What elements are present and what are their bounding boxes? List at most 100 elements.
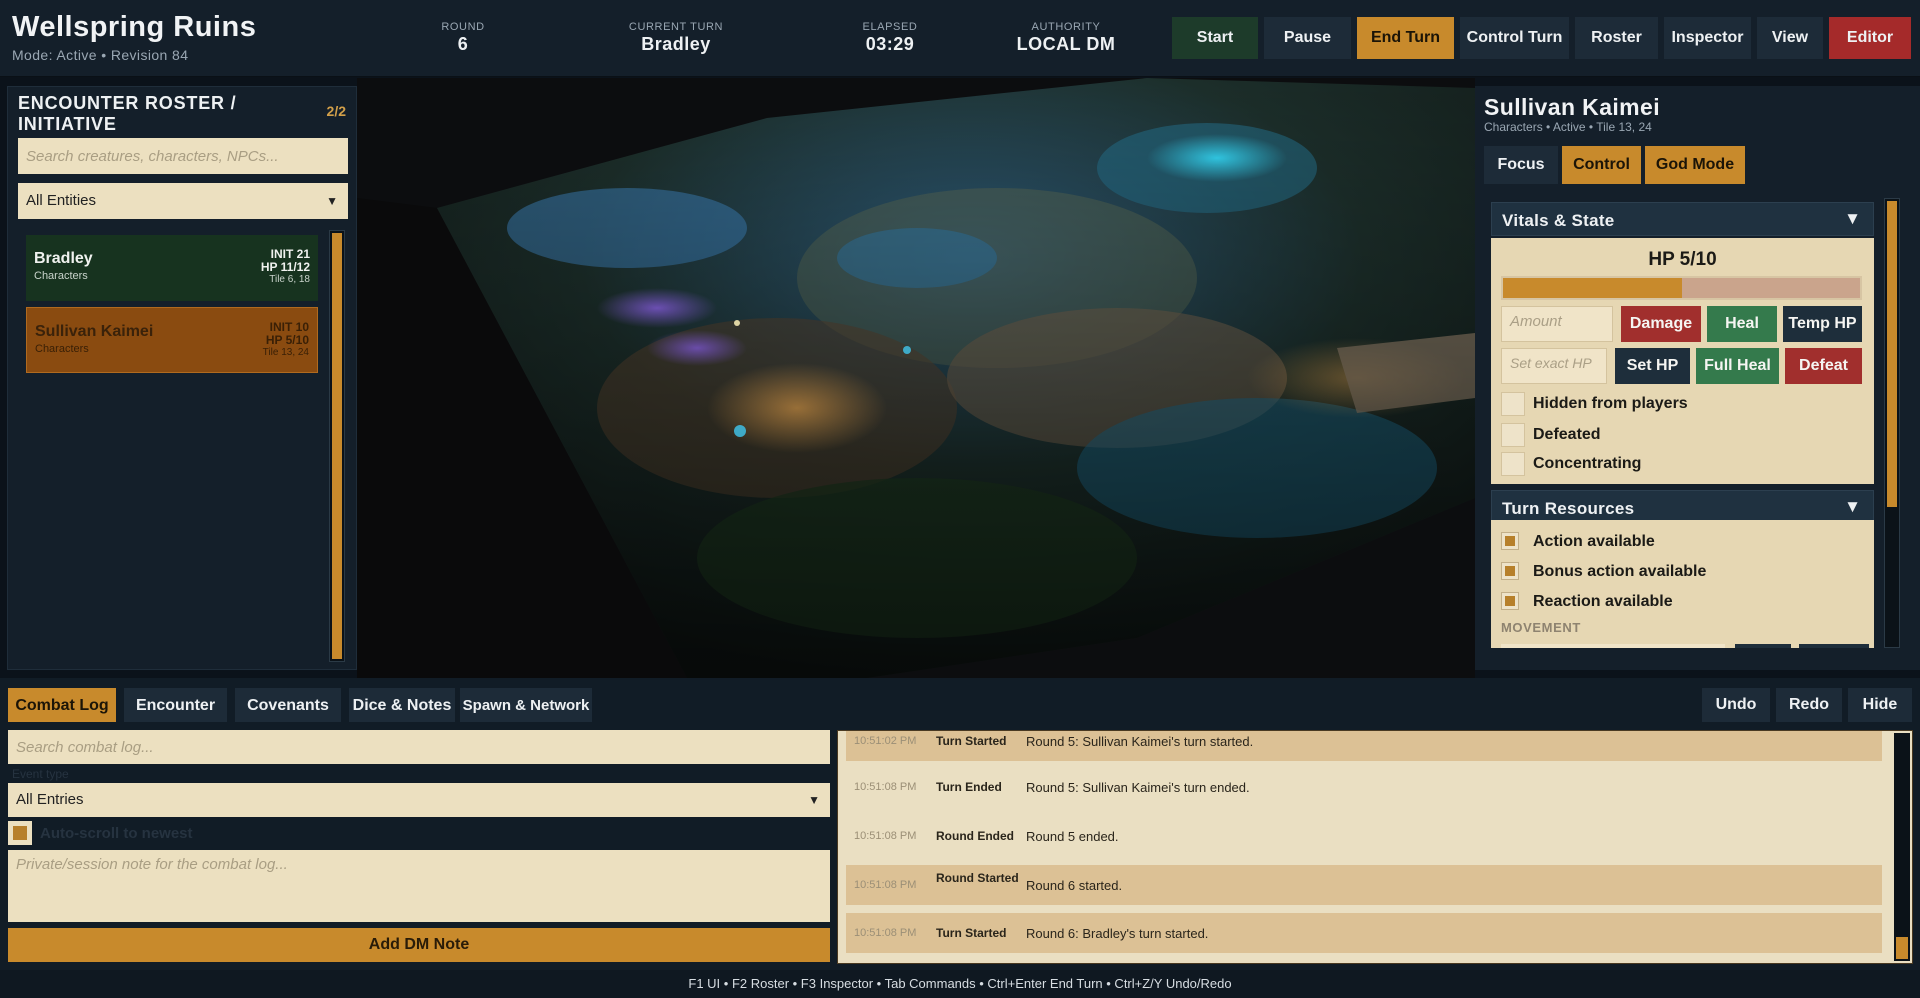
hidden-label: Hidden from players bbox=[1533, 395, 1688, 412]
roster-entry-sullivan-kaimei[interactable]: Sullivan Kaimei Characters INIT 10 HP 5/… bbox=[26, 307, 318, 373]
entry-filter-select[interactable]: All Entries ▼ bbox=[8, 783, 830, 817]
log-event: Turn Started bbox=[936, 926, 1007, 940]
end-turn-button[interactable]: End Turn bbox=[1357, 17, 1454, 59]
vitals-section-header[interactable]: Vitals & State ▼ bbox=[1491, 202, 1874, 236]
turn-resources-title: Turn Resources bbox=[1502, 499, 1635, 518]
hide-button[interactable]: Hide bbox=[1848, 688, 1912, 722]
vitals-title: Vitals & State bbox=[1502, 211, 1615, 230]
control-turn-button[interactable]: Control Turn bbox=[1460, 17, 1569, 59]
start-button[interactable]: Start bbox=[1172, 17, 1258, 59]
authority-label: AUTHORITY bbox=[1031, 21, 1101, 33]
full-heal-button[interactable]: Full Heal bbox=[1696, 348, 1779, 384]
chevron-down-icon: ▼ bbox=[808, 793, 820, 807]
dm-note-textarea[interactable]: Private/session note for the combat log.… bbox=[8, 850, 830, 922]
tab-spawn-network[interactable]: Spawn & Network bbox=[460, 688, 592, 722]
roster-scroll-thumb[interactable] bbox=[332, 233, 342, 659]
current-turn-label: CURRENT TURN bbox=[628, 21, 724, 33]
authority-value: LOCAL DM bbox=[1016, 34, 1116, 54]
add-dm-note-button[interactable]: Add DM Note bbox=[8, 928, 830, 962]
focus-button[interactable]: Focus bbox=[1484, 146, 1558, 184]
movement-button[interactable] bbox=[1735, 644, 1791, 648]
vitals-section: HP 5/10 Amount Damage Heal Temp HP Set e… bbox=[1491, 238, 1874, 484]
bonus-action-checkbox[interactable] bbox=[1501, 562, 1519, 580]
concentrating-label: Concentrating bbox=[1533, 455, 1642, 472]
encounter-roster-panel: ENCOUNTER ROSTER / INITIATIVE 2/2 All En… bbox=[7, 86, 357, 670]
tab-encounter[interactable]: Encounter bbox=[124, 688, 227, 722]
god-mode-button[interactable]: God Mode bbox=[1645, 146, 1745, 184]
hp-bar bbox=[1501, 276, 1862, 300]
temp-hp-button[interactable]: Temp HP bbox=[1783, 306, 1862, 342]
log-entry: 10:51:08 PM Round Ended Round 5 ended. bbox=[846, 816, 1882, 856]
entity-hp: HP 11/12 bbox=[260, 260, 310, 274]
defeat-button[interactable]: Defeat bbox=[1785, 348, 1862, 384]
roster-button[interactable]: Roster bbox=[1575, 17, 1658, 59]
editor-button[interactable]: Editor bbox=[1829, 17, 1911, 59]
entity-hp: HP 5/10 bbox=[265, 333, 309, 347]
bonus-action-label: Bonus action available bbox=[1533, 563, 1707, 580]
damage-button[interactable]: Damage bbox=[1621, 306, 1701, 342]
movement-input[interactable] bbox=[1501, 644, 1725, 648]
log-time: 10:51:08 PM bbox=[854, 830, 917, 842]
set-hp-input[interactable]: Set exact HP bbox=[1501, 348, 1607, 384]
pause-button[interactable]: Pause bbox=[1264, 17, 1351, 59]
entity-tile: Tile 13, 24 bbox=[262, 347, 309, 358]
log-entry: 10:51:08 PM Round Started Round 6 starte… bbox=[846, 865, 1882, 905]
set-hp-button[interactable]: Set HP bbox=[1615, 348, 1690, 384]
combat-log-scroll-thumb[interactable] bbox=[1896, 937, 1908, 959]
scene-subtitle: Mode: Active • Revision 84 bbox=[12, 47, 189, 63]
roster-search-input[interactable] bbox=[18, 138, 348, 174]
inspector-scroll-thumb[interactable] bbox=[1887, 201, 1897, 507]
roster-entry-bradley[interactable]: Bradley Characters INIT 21 HP 11/12 Tile… bbox=[26, 235, 318, 301]
inspector-entity-name: Sullivan Kaimei bbox=[1484, 94, 1661, 120]
scene-title: Wellspring Ruins bbox=[12, 11, 257, 43]
inspector-entity-subtitle: Characters • Active • Tile 13, 24 bbox=[1484, 120, 1652, 134]
elapsed-label: ELAPSED bbox=[862, 21, 918, 33]
action-checkbox[interactable] bbox=[1501, 532, 1519, 550]
defeated-checkbox[interactable] bbox=[1501, 423, 1525, 447]
shortcut-hints: F1 UI • F2 Roster • F3 Inspector • Tab C… bbox=[0, 970, 1920, 998]
roster-scrollbar[interactable] bbox=[329, 230, 345, 662]
inspector-button[interactable]: Inspector bbox=[1664, 17, 1751, 59]
undo-button[interactable]: Undo bbox=[1702, 688, 1770, 722]
roster-filter-select[interactable]: All Entities ▼ bbox=[18, 183, 348, 219]
defeated-label: Defeated bbox=[1533, 426, 1601, 443]
combat-log-scrollbar[interactable] bbox=[1894, 733, 1910, 961]
amount-input[interactable]: Amount bbox=[1501, 306, 1613, 342]
control-button[interactable]: Control bbox=[1562, 146, 1641, 184]
log-message: Round 5: Sullivan Kaimei's turn ended. bbox=[1026, 780, 1250, 795]
movement-button[interactable] bbox=[1799, 644, 1869, 648]
redo-button[interactable]: Redo bbox=[1776, 688, 1842, 722]
elapsed-value: 03:29 bbox=[865, 34, 915, 54]
entity-initiative: INIT 10 bbox=[269, 320, 309, 334]
log-message: Round 5 ended. bbox=[1026, 829, 1119, 844]
battle-map[interactable] bbox=[357, 78, 1475, 678]
log-event: Round Started bbox=[936, 871, 1019, 885]
hp-label: HP 5/10 bbox=[1648, 249, 1717, 270]
bottom-dock: Combat Log Encounter Covenants Dice & No… bbox=[0, 678, 1920, 970]
combat-log-list: 10:51:02 PM Turn Started Round 5: Sulliv… bbox=[837, 730, 1913, 964]
entity-name: Bradley bbox=[34, 250, 93, 267]
hidden-checkbox[interactable] bbox=[1501, 392, 1525, 416]
log-event: Turn Started bbox=[936, 734, 1007, 748]
chevron-down-icon: ▼ bbox=[326, 194, 338, 208]
view-button[interactable]: View bbox=[1757, 17, 1823, 59]
reaction-checkbox[interactable] bbox=[1501, 592, 1519, 610]
tab-covenants[interactable]: Covenants bbox=[235, 688, 341, 722]
entity-class: Characters bbox=[34, 270, 88, 282]
turn-resources-section-header[interactable]: Turn Resources ▼ bbox=[1491, 490, 1874, 524]
inspector-panel: Sullivan Kaimei Characters • Active • Ti… bbox=[1475, 86, 1920, 670]
entity-name: Sullivan Kaimei bbox=[35, 323, 154, 340]
turn-resources-section: Action available Bonus action available … bbox=[1491, 520, 1874, 648]
concentrating-checkbox[interactable] bbox=[1501, 452, 1525, 476]
autoscroll-checkbox[interactable] bbox=[8, 821, 32, 845]
elapsed-stat: ELAPSED 03:29 bbox=[800, 21, 980, 55]
round-stat: ROUND 6 bbox=[373, 21, 553, 55]
inspector-scrollbar[interactable] bbox=[1884, 198, 1900, 648]
tab-combat-log[interactable]: Combat Log bbox=[8, 688, 116, 722]
log-entry: 10:51:08 PM Turn Ended Round 5: Sullivan… bbox=[846, 767, 1882, 807]
heal-button[interactable]: Heal bbox=[1707, 306, 1777, 342]
entity-initiative: INIT 21 bbox=[270, 247, 310, 261]
tab-dice-notes[interactable]: Dice & Notes bbox=[349, 688, 455, 722]
combat-log-search-input[interactable] bbox=[8, 730, 830, 764]
roster-filter-value: All Entities bbox=[26, 192, 97, 209]
